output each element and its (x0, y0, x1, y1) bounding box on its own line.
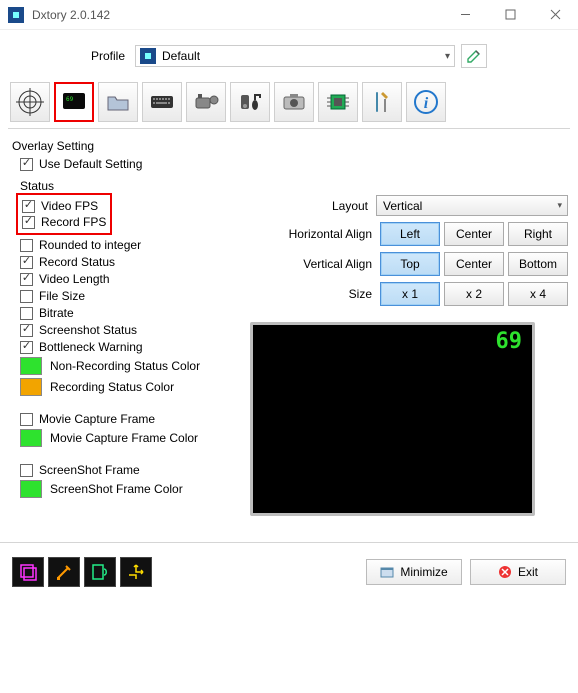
recording-color-label: Recording Status Color (50, 380, 174, 394)
bottleneck-warning-checkbox[interactable]: Bottleneck Warning (20, 340, 240, 354)
profile-row: Profile Default ▾ (0, 30, 578, 82)
tab-video[interactable] (186, 82, 226, 122)
halign-center-button[interactable]: Center (444, 222, 504, 246)
valign-bottom-button[interactable]: Bottom (508, 252, 568, 276)
svg-text:69: 69 (66, 96, 74, 103)
minimize-button[interactable]: Minimize (366, 559, 462, 585)
tab-overlay[interactable]: 69 (54, 82, 94, 122)
overlay-preview: 69 (250, 322, 535, 516)
app-icon (8, 7, 24, 23)
tool-button-overview[interactable] (12, 557, 44, 587)
tab-advanced[interactable] (362, 82, 402, 122)
svg-text:i: i (424, 95, 429, 112)
non-recording-color-swatch[interactable] (20, 357, 42, 375)
minimize-window-button[interactable] (443, 0, 488, 30)
highlighted-fps-options: Video FPS Record FPS (16, 193, 112, 235)
window-title: Dxtory 2.0.142 (32, 8, 443, 22)
tab-processor[interactable] (318, 82, 358, 122)
tab-target[interactable] (10, 82, 50, 122)
size-x2-button[interactable]: x 2 (444, 282, 504, 306)
mode-toolbar: 69 i (0, 82, 578, 128)
tool-button-settings[interactable] (48, 557, 80, 587)
maximize-window-button[interactable] (488, 0, 533, 30)
record-fps-checkbox[interactable]: Record FPS (22, 215, 106, 229)
status-group-label: Status (20, 179, 240, 193)
valign-label: Vertical Align (267, 257, 372, 271)
valign-top-button[interactable]: Top (380, 252, 440, 276)
size-label: Size (267, 287, 372, 301)
profile-select[interactable]: Default ▾ (135, 45, 455, 67)
close-window-button[interactable] (533, 0, 578, 30)
bottom-bar: Minimize Exit (0, 551, 578, 597)
video-fps-checkbox[interactable]: Video FPS (22, 199, 106, 213)
recording-color-swatch[interactable] (20, 378, 42, 396)
titlebar: Dxtory 2.0.142 (0, 0, 578, 30)
tab-screenshot[interactable] (274, 82, 314, 122)
screenshot-frame-checkbox[interactable]: ScreenShot Frame (20, 463, 240, 477)
bitrate-checkbox[interactable]: Bitrate (20, 306, 240, 320)
halign-label: Horizontal Align (267, 227, 372, 241)
tool-button-audio-index[interactable] (84, 557, 116, 587)
size-x1-button[interactable]: x 1 (380, 282, 440, 306)
exit-button[interactable]: Exit (470, 559, 566, 585)
tab-hotkey[interactable] (142, 82, 182, 122)
layout-label: Layout (263, 199, 368, 213)
size-x4-button[interactable]: x 4 (508, 282, 568, 306)
use-default-setting-checkbox[interactable]: Use Default Setting (20, 157, 568, 171)
movie-capture-frame-color-label: Movie Capture Frame Color (50, 431, 198, 445)
movie-capture-frame-color-swatch[interactable] (20, 429, 42, 447)
screenshot-frame-color-label: ScreenShot Frame Color (50, 482, 183, 496)
video-length-checkbox[interactable]: Video Length (20, 272, 240, 286)
valign-center-button[interactable]: Center (444, 252, 504, 276)
non-recording-color-label: Non-Recording Status Color (50, 359, 200, 373)
use-default-label: Use Default Setting (39, 157, 142, 171)
profile-selected: Default (162, 49, 439, 63)
screenshot-status-checkbox[interactable]: Screenshot Status (20, 323, 240, 337)
rounded-integer-checkbox[interactable]: Rounded to integer (20, 238, 240, 252)
tool-button-rawcap[interactable] (120, 557, 152, 587)
halign-left-button[interactable]: Left (380, 222, 440, 246)
profile-edit-button[interactable] (461, 44, 487, 68)
profile-label: Profile (91, 49, 125, 63)
section-title: Overlay Setting (12, 139, 568, 153)
preview-fps-value: 69 (496, 329, 523, 354)
movie-capture-frame-checkbox[interactable]: Movie Capture Frame (20, 412, 240, 426)
tab-info[interactable]: i (406, 82, 446, 122)
tab-audio[interactable] (230, 82, 270, 122)
halign-right-button[interactable]: Right (508, 222, 568, 246)
chevron-down-icon: ▾ (445, 51, 450, 62)
record-status-checkbox[interactable]: Record Status (20, 255, 240, 269)
tab-folder[interactable] (98, 82, 138, 122)
profile-icon (140, 48, 156, 64)
chevron-down-icon: ▾ (557, 200, 562, 211)
screenshot-frame-color-swatch[interactable] (20, 480, 42, 498)
layout-select[interactable]: Vertical ▾ (376, 195, 568, 216)
file-size-checkbox[interactable]: File Size (20, 289, 240, 303)
